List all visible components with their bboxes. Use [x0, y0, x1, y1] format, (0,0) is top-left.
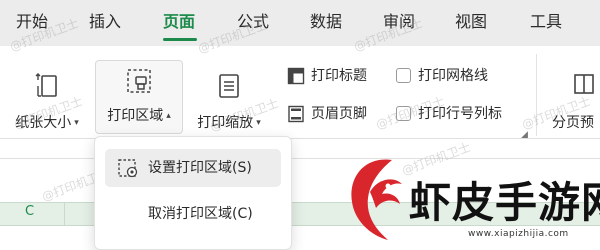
- site-logo-name: 虾皮手游网: [409, 178, 600, 227]
- bird-logo-icon: [344, 152, 406, 248]
- header-footer-label: 页眉页脚: [311, 106, 367, 122]
- page-break-preview-label: 分页预: [552, 115, 594, 131]
- tab-tools[interactable]: 工具: [530, 0, 562, 46]
- chevron-down-icon: ▾: [74, 118, 79, 128]
- gridlines-checkbox-box[interactable]: [396, 68, 411, 83]
- print-gridlines-checkbox[interactable]: 打印网格线: [396, 64, 526, 88]
- page-break-preview-button[interactable]: 分页预: [550, 56, 600, 134]
- print-row-col-label: 打印行号列标: [418, 106, 502, 122]
- row-col-checkbox-box[interactable]: [396, 106, 411, 121]
- tab-formulas[interactable]: 公式: [237, 0, 269, 46]
- header-footer-button[interactable]: 页眉页脚: [287, 102, 397, 126]
- set-print-area-menu-item[interactable]: 设置打印区域(S): [105, 149, 281, 187]
- chevron-down-icon: ▾: [256, 118, 261, 128]
- print-area-button[interactable]: 打印区域 ▴: [95, 60, 183, 134]
- tab-insert[interactable]: 插入: [89, 0, 121, 46]
- print-scale-icon: [217, 72, 241, 104]
- clear-print-area-label: 取消打印区域(C): [148, 206, 253, 222]
- tab-home[interactable]: 开始: [16, 0, 48, 46]
- tab-data[interactable]: 数据: [310, 0, 342, 46]
- ribbon-tab-bar: 开始 插入 页面 公式 数据 审阅 视图 工具: [0, 0, 600, 46]
- column-divider: [64, 203, 65, 226]
- chevron-up-icon: ▴: [166, 111, 171, 121]
- set-print-area-label: 设置打印区域(S): [148, 160, 252, 176]
- formula-bar-top-border: [0, 158, 600, 159]
- print-area-icon: [125, 67, 153, 99]
- set-print-area-icon: [118, 159, 138, 178]
- print-titles-button[interactable]: 打印标题: [287, 64, 397, 88]
- page-ribbon: 纸张大小 ▾ 打印区域 ▴ 打印缩放 ▾ 打印标题 页眉页脚 打印网格线 打印行…: [0, 46, 600, 138]
- print-scale-label: 打印缩放: [197, 115, 254, 131]
- print-area-label: 打印区域: [107, 108, 164, 124]
- tab-view[interactable]: 视图: [455, 0, 487, 46]
- paper-size-label: 纸张大小: [15, 115, 72, 131]
- print-area-dropdown-menu: 设置打印区域(S) 取消打印区域(C): [94, 136, 292, 250]
- paper-size-button[interactable]: 纸张大小 ▾: [2, 56, 92, 134]
- print-row-col-checkbox[interactable]: 打印行号列标: [396, 102, 526, 126]
- column-header-c[interactable]: C: [25, 204, 34, 219]
- group-separator: [536, 54, 537, 136]
- active-tab-indicator: [163, 38, 197, 41]
- paper-size-icon: [35, 72, 59, 104]
- site-logo-url: www.xiapizhijia.com: [468, 229, 569, 239]
- page-break-icon: [572, 72, 596, 100]
- clear-print-area-menu-item[interactable]: 取消打印区域(C): [105, 195, 281, 233]
- print-gridlines-label: 打印网格线: [418, 68, 488, 84]
- print-titles-icon: [287, 67, 305, 85]
- header-footer-icon: [288, 105, 304, 123]
- print-scale-button[interactable]: 打印缩放 ▾: [188, 56, 270, 134]
- print-titles-label: 打印标题: [311, 68, 367, 84]
- tab-review[interactable]: 审阅: [383, 0, 415, 46]
- ribbon-bottom-border: [0, 138, 600, 139]
